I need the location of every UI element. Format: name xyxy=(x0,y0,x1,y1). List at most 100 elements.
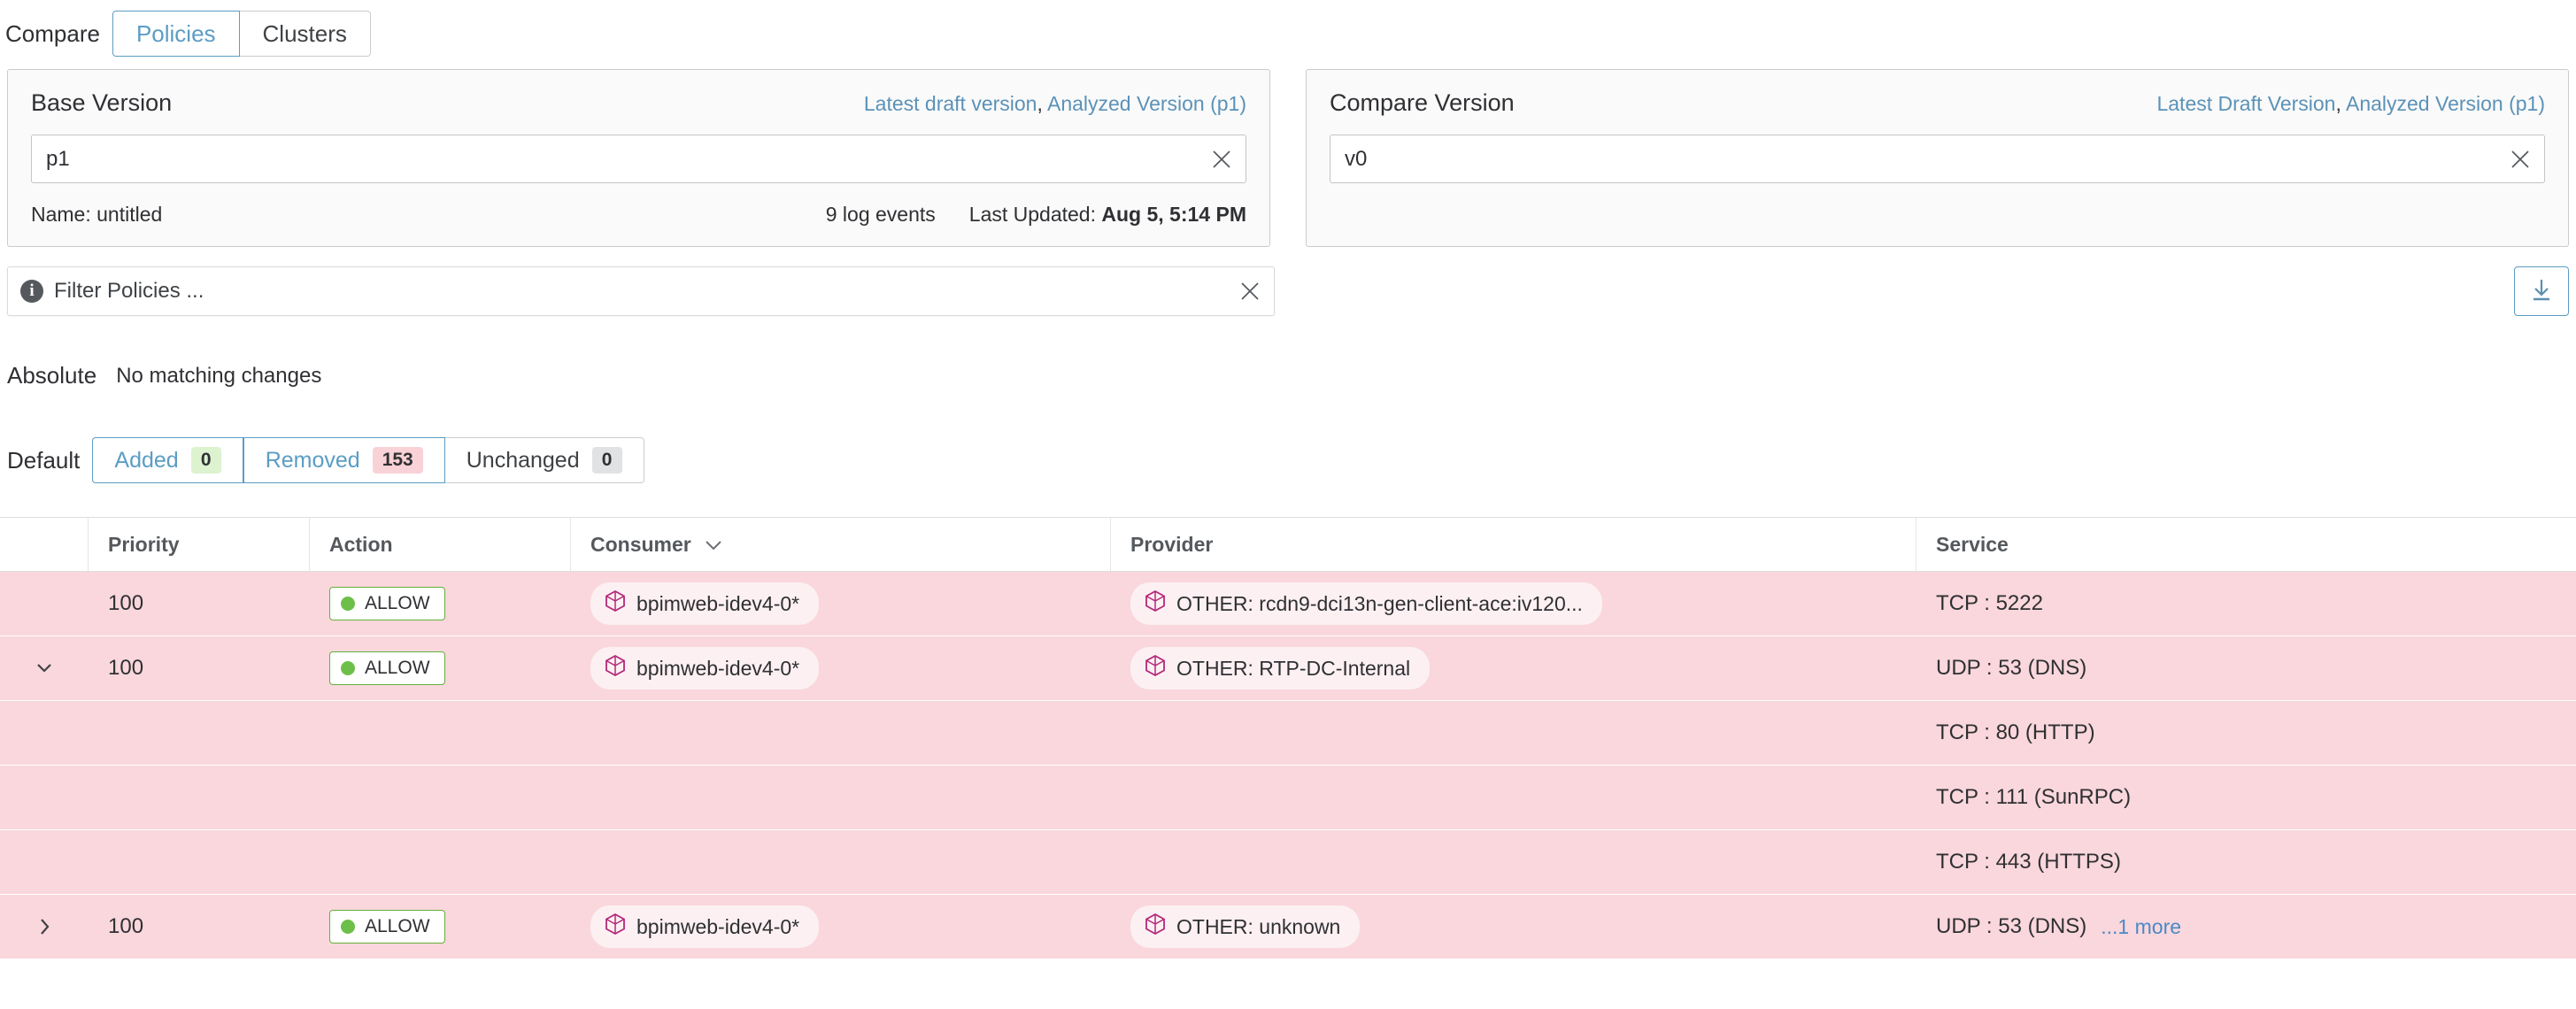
row-expand-toggle[interactable] xyxy=(0,895,89,959)
table-row[interactable]: 100 ALLOW bpimweb-idev4-0* OTHER: rcdn9-dci… xyxy=(0,572,2576,635)
provider-label: OTHER: RTP-DC-Internal xyxy=(1176,656,1411,680)
base-version-title: Base Version xyxy=(31,89,173,116)
provider-chip[interactable]: OTHER: rcdn9-dci13n-gen-client-ace:iv120… xyxy=(1130,582,1602,625)
last-updated-value: Aug 5, 5:14 PM xyxy=(1101,203,1246,226)
cell-priority: 100 xyxy=(89,636,310,700)
table-row[interactable]: 100 ALLOW bpimweb-idev4-0* OTHER: unknown UD… xyxy=(0,895,2576,959)
action-label: ALLOW xyxy=(365,593,430,613)
cell-action: ALLOW xyxy=(310,636,571,700)
base-version-last-updated: Last Updated: Aug 5, 5:14 PM xyxy=(969,203,1246,227)
action-allow-chip[interactable]: ALLOW xyxy=(329,651,445,685)
filter-removed[interactable]: Removed 153 xyxy=(243,437,445,483)
cell-provider: OTHER: rcdn9-dci13n-gen-client-ace:iv120… xyxy=(1111,572,1917,635)
cell-consumer: bpimweb-idev4-0* xyxy=(571,895,1111,959)
default-row: Default Added 0 Removed 153 Unchanged 0 xyxy=(0,389,2576,483)
filter-added[interactable]: Added 0 xyxy=(92,437,243,483)
cell-service: TCP : 111 (SunRPC) xyxy=(1917,766,2576,829)
compare-version-clear-icon[interactable] xyxy=(2509,148,2532,171)
compare-tab-group: Policies Clusters xyxy=(112,10,371,58)
compare-latest-draft-link[interactable]: Latest Draft Version xyxy=(2156,92,2335,115)
provider-chip[interactable]: OTHER: unknown xyxy=(1130,905,1361,948)
table-row[interactable]: TCP : 80 (HTTP) xyxy=(0,701,2576,765)
compare-version-input[interactable] xyxy=(1330,135,2544,182)
cube-icon xyxy=(605,913,626,941)
column-header-consumer[interactable]: Consumer xyxy=(571,518,1111,571)
filter-policies-input[interactable] xyxy=(43,267,1274,315)
compare-version-title: Compare Version xyxy=(1330,89,1515,116)
cell-priority xyxy=(89,830,310,894)
no-matching-changes-message: No matching changes xyxy=(116,363,322,388)
cell-service: TCP : 5222 xyxy=(1917,572,2576,635)
action-label: ALLOW xyxy=(365,916,430,936)
status-dot-icon xyxy=(341,661,355,675)
cube-icon xyxy=(1145,654,1166,682)
compare-label: Compare xyxy=(5,19,100,47)
filter-unchanged[interactable]: Unchanged 0 xyxy=(444,437,644,483)
table-body: 100 ALLOW bpimweb-idev4-0* OTHER: rcdn9-dci… xyxy=(0,572,2576,959)
base-latest-draft-link[interactable]: Latest draft version xyxy=(864,92,1037,115)
filter-policies-box: i xyxy=(7,266,1275,316)
filter-toolbar: i xyxy=(0,247,2576,316)
cube-icon xyxy=(605,589,626,618)
cell-action: ALLOW xyxy=(310,572,571,635)
absolute-row: Absolute No matching changes xyxy=(0,316,2576,389)
compare-version-links: Latest Draft Version, Analyzed Version (… xyxy=(2156,92,2545,116)
status-dot-icon xyxy=(341,920,355,934)
base-analyzed-version-link[interactable]: Analyzed Version (p1) xyxy=(1047,92,1246,115)
row-collapse-toggle[interactable] xyxy=(0,636,89,700)
cell-service: UDP : 53 (DNS) ...1 more xyxy=(1917,895,2576,959)
table-row[interactable]: 100 ALLOW bpimweb-idev4-0* OTHER: RTP-DC-In… xyxy=(0,636,2576,700)
provider-label: OTHER: rcdn9-dci13n-gen-client-ace:iv120… xyxy=(1176,591,1583,615)
cell-provider xyxy=(1111,701,1917,765)
filter-added-label: Added xyxy=(114,447,179,473)
compare-analyzed-version-link[interactable]: Analyzed Version (p1) xyxy=(2346,92,2545,115)
filter-removed-count: 153 xyxy=(372,447,423,474)
service-label: TCP : 443 (HTTPS) xyxy=(1936,850,2121,874)
service-more-link[interactable]: ...1 more xyxy=(2101,915,2181,939)
download-button[interactable] xyxy=(2514,266,2569,316)
service-label: TCP : 5222 xyxy=(1936,591,2043,615)
base-version-input[interactable] xyxy=(32,135,1246,182)
action-label: ALLOW xyxy=(365,658,430,678)
consumer-label: bpimweb-idev4-0* xyxy=(636,591,800,615)
cell-provider: OTHER: RTP-DC-Internal xyxy=(1111,636,1917,700)
default-label: Default xyxy=(7,446,81,474)
cell-provider xyxy=(1111,830,1917,894)
cell-service: TCP : 443 (HTTPS) xyxy=(1917,830,2576,894)
policy-compare-page: Compare Policies Clusters Base Version L… xyxy=(0,0,2576,1009)
chevron-right-icon[interactable] xyxy=(28,911,60,943)
base-version-clear-icon[interactable] xyxy=(1210,148,1233,171)
cell-consumer xyxy=(571,766,1111,829)
provider-chip[interactable]: OTHER: RTP-DC-Internal xyxy=(1130,647,1431,689)
consumer-chip[interactable]: bpimweb-idev4-0* xyxy=(590,582,820,625)
cell-consumer xyxy=(571,830,1111,894)
cell-action xyxy=(310,766,571,829)
cell-priority xyxy=(89,701,310,765)
consumer-chip[interactable]: bpimweb-idev4-0* xyxy=(590,905,820,948)
table-row[interactable]: TCP : 443 (HTTPS) xyxy=(0,830,2576,894)
filter-removed-label: Removed xyxy=(265,447,360,473)
action-allow-chip[interactable]: ALLOW xyxy=(329,910,445,944)
column-header-service: Service xyxy=(1936,532,2009,556)
row-expand-spacer xyxy=(0,572,89,635)
row-expand-spacer xyxy=(0,830,89,894)
priority-value: 100 xyxy=(108,591,144,615)
cell-provider xyxy=(1111,766,1917,829)
table-row[interactable]: TCP : 111 (SunRPC) xyxy=(0,766,2576,829)
column-header-action: Action xyxy=(310,518,571,571)
base-version-log-events: 9 log events xyxy=(825,203,936,226)
tab-policies[interactable]: Policies xyxy=(112,10,240,58)
chevron-down-icon[interactable] xyxy=(28,652,60,684)
provider-label: OTHER: unknown xyxy=(1176,914,1341,938)
base-version-meta: Name: untitled 9 log events Last Updated… xyxy=(31,203,1246,227)
filter-clear-icon[interactable] xyxy=(1238,280,1261,303)
tab-clusters[interactable]: Clusters xyxy=(239,10,371,58)
column-header-expand xyxy=(0,518,89,571)
download-icon xyxy=(2529,277,2554,306)
filter-unchanged-count: 0 xyxy=(591,447,622,474)
consumer-chip[interactable]: bpimweb-idev4-0* xyxy=(590,647,820,689)
table-header-row: Priority Action Consumer Provider Servic… xyxy=(0,517,2576,572)
base-version-header: Base Version Latest draft version, Analy… xyxy=(31,89,1246,117)
action-allow-chip[interactable]: ALLOW xyxy=(329,587,445,620)
cell-consumer: bpimweb-idev4-0* xyxy=(571,572,1111,635)
